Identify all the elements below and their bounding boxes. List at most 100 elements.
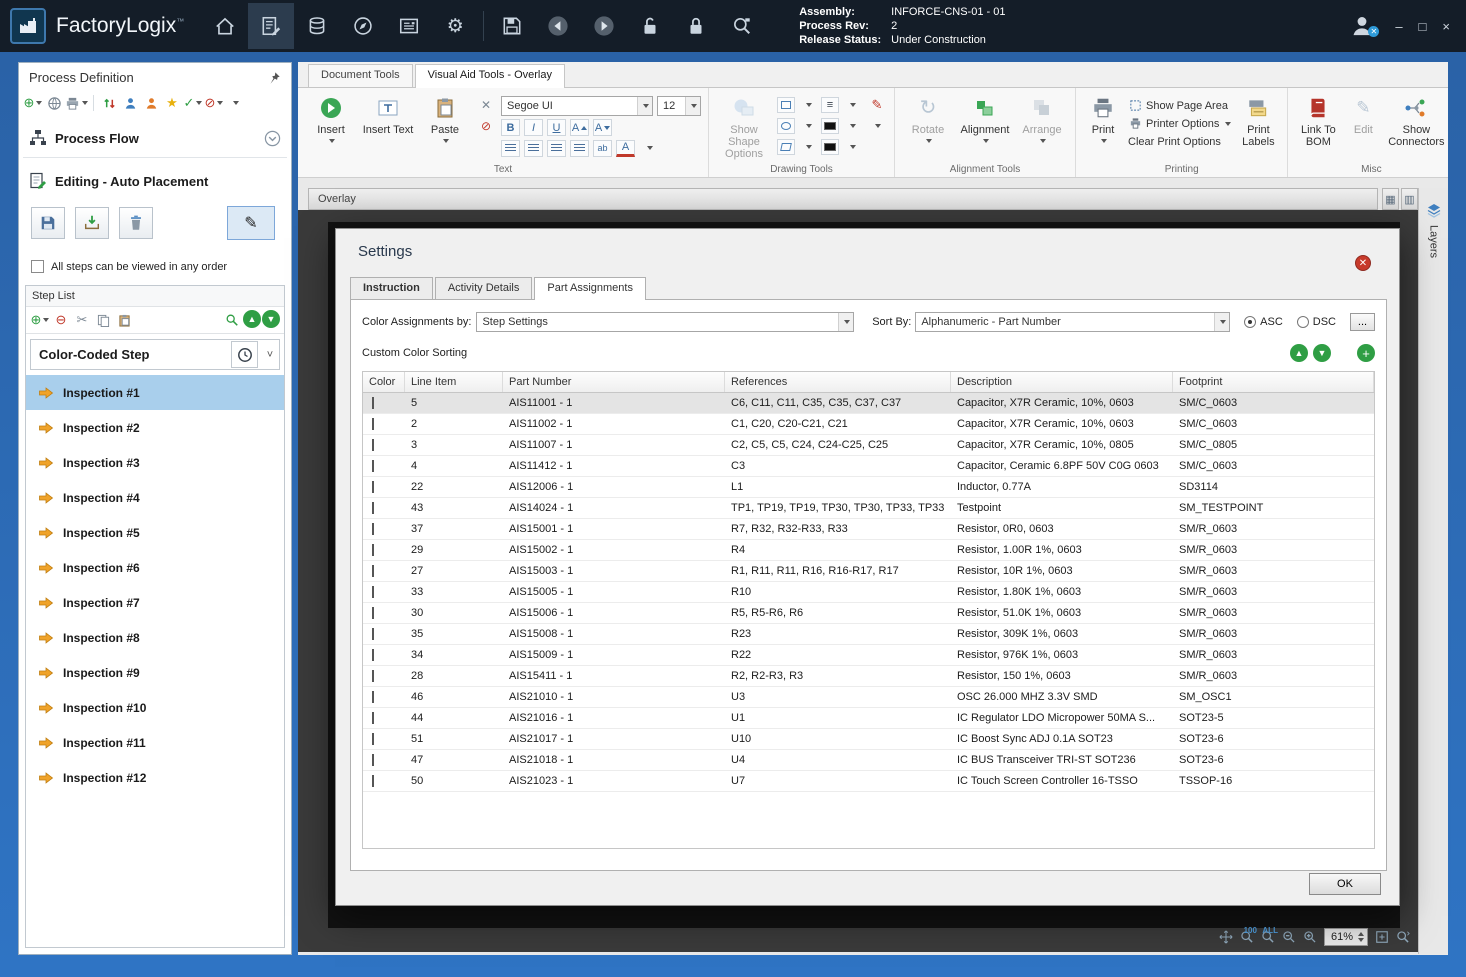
- audit-search-button[interactable]: [719, 3, 765, 49]
- delete-step-button[interactable]: [119, 207, 153, 239]
- parts-table-row[interactable]: 51 AIS21017 - 1 U10 IC Boost Sync ADJ 0.…: [363, 729, 1374, 750]
- dialog-close-button[interactable]: ✕: [1355, 255, 1371, 271]
- home-button[interactable]: [202, 3, 248, 49]
- insert-text-button[interactable]: Insert Text: [362, 92, 414, 136]
- pan-tool-icon[interactable]: [1219, 930, 1233, 944]
- parts-table-row[interactable]: 44 AIS21016 - 1 U1 IC Regulator LDO Micr…: [363, 708, 1374, 729]
- step-item[interactable]: Inspection #5: [26, 515, 284, 550]
- any-order-checkbox[interactable]: [31, 260, 44, 273]
- ribbon-tab[interactable]: Visual Aid Tools - Overlay: [414, 64, 565, 88]
- zoom-100-button[interactable]: 100: [1240, 926, 1257, 944]
- navigation-button[interactable]: [340, 3, 386, 49]
- save-button[interactable]: [489, 3, 535, 49]
- align-justify-button[interactable]: [570, 139, 589, 157]
- parts-table-row[interactable]: 28 AIS15411 - 1 R2, R2-R3, R3 Resistor, …: [363, 666, 1374, 687]
- no-style-button[interactable]: ⊘: [476, 117, 496, 135]
- outline-color-button[interactable]: [821, 139, 839, 155]
- forward-button[interactable]: [581, 3, 627, 49]
- maximize-button[interactable]: □: [1419, 19, 1427, 34]
- sync-steps-button[interactable]: [99, 93, 119, 113]
- step-item[interactable]: Inspection #7: [26, 585, 284, 620]
- hyperlink-button[interactable]: [44, 93, 64, 113]
- draw-ellipse-button[interactable]: [777, 118, 795, 134]
- asc-radio[interactable]: [1244, 316, 1257, 328]
- reports-button[interactable]: [386, 3, 432, 49]
- zoom-in-button[interactable]: [1303, 930, 1317, 944]
- show-connectors-button[interactable]: Show Connectors: [1385, 92, 1447, 148]
- color-swatch[interactable]: [372, 775, 374, 787]
- clear-text-button[interactable]: ✕: [476, 96, 496, 114]
- parts-table-row[interactable]: 46 AIS21010 - 1 U3 OSC 26.000 MHZ 3.3V S…: [363, 687, 1374, 708]
- col-line-item[interactable]: Line Item: [405, 372, 503, 392]
- color-swatch[interactable]: [372, 754, 374, 766]
- line-style-dropdown[interactable]: [842, 96, 862, 114]
- color-swatch[interactable]: [372, 460, 374, 472]
- close-button[interactable]: ×: [1442, 19, 1450, 34]
- user-account-button[interactable]: ✕: [1349, 13, 1380, 39]
- col-references[interactable]: References: [725, 372, 951, 392]
- shrink-font-button[interactable]: A: [593, 119, 612, 136]
- step-type-dropdown[interactable]: ˅: [261, 349, 279, 361]
- paste-button[interactable]: Paste: [419, 92, 471, 143]
- color-swatch[interactable]: [372, 649, 374, 661]
- print-button[interactable]: [65, 93, 88, 113]
- dialog-tab[interactable]: Part Assignments: [534, 277, 646, 300]
- italic-button[interactable]: I: [524, 119, 543, 136]
- add-menu-button[interactable]: ⊕: [23, 93, 43, 113]
- print-labels-button[interactable]: Print Labels: [1236, 92, 1280, 148]
- favorite-button[interactable]: ★: [162, 93, 182, 113]
- draw-rectangle-button[interactable]: [777, 97, 795, 113]
- zoom-selection-button[interactable]: [1396, 930, 1410, 944]
- step-item[interactable]: Inspection #2: [26, 410, 284, 445]
- sort-by-select[interactable]: Alphanumeric - Part Number: [915, 312, 1231, 332]
- lock-button[interactable]: [673, 3, 719, 49]
- dsc-radio[interactable]: [1296, 316, 1309, 328]
- copy-step-button[interactable]: [93, 310, 113, 330]
- parts-table-row[interactable]: 22 AIS12006 - 1 L1 Inductor, 0.77A SD311…: [363, 477, 1374, 498]
- materials-button[interactable]: [294, 3, 340, 49]
- color-swatch[interactable]: [372, 544, 374, 556]
- parts-table-row[interactable]: 4 AIS11412 - 1 C3 Capacitor, Ceramic 6.8…: [363, 456, 1374, 477]
- insert-button[interactable]: Insert: [305, 92, 357, 143]
- save-step-button[interactable]: [31, 207, 65, 239]
- print-button-ribbon[interactable]: Print: [1083, 92, 1123, 143]
- ok-button[interactable]: OK: [1309, 873, 1381, 895]
- show-shape-options-button[interactable]: Show Shape Options: [716, 92, 772, 160]
- draw-polygon-button[interactable]: [777, 139, 795, 155]
- color-swatch[interactable]: [372, 733, 374, 745]
- layers-tab[interactable]: Layers: [1419, 202, 1448, 258]
- process-editor-button[interactable]: [248, 3, 295, 49]
- step-item[interactable]: Inspection #6: [26, 550, 284, 585]
- remove-step-button[interactable]: ⊖: [51, 310, 71, 330]
- underline-button[interactable]: U: [547, 119, 566, 136]
- color-swatch[interactable]: [372, 439, 374, 451]
- import-step-button[interactable]: [75, 207, 109, 239]
- fit-page-button[interactable]: [1375, 930, 1389, 944]
- parts-table-row[interactable]: 35 AIS15008 - 1 R23 Resistor, 309K 1%, 0…: [363, 624, 1374, 645]
- step-item[interactable]: Inspection #8: [26, 620, 284, 655]
- step-item[interactable]: Inspection #3: [26, 445, 284, 480]
- align-left-button[interactable]: [501, 139, 520, 157]
- highlight-button[interactable]: ab: [593, 139, 612, 157]
- back-button[interactable]: [535, 3, 581, 49]
- printer-options-button[interactable]: Printer Options: [1128, 116, 1232, 131]
- operator-icon-button[interactable]: [120, 93, 140, 113]
- font-family-select[interactable]: Segoe UI: [501, 96, 653, 116]
- grow-font-button[interactable]: A: [570, 119, 589, 136]
- pen-tool-button[interactable]: ✎: [867, 96, 887, 114]
- step-item[interactable]: Inspection #12: [26, 760, 284, 795]
- link-to-bom-button[interactable]: Link To BOM: [1295, 92, 1341, 148]
- fill-color-dropdown[interactable]: [842, 117, 862, 135]
- polygon-style-dropdown[interactable]: [798, 138, 818, 156]
- color-swatch[interactable]: [372, 418, 374, 430]
- paste-step-button[interactable]: [114, 310, 134, 330]
- line-style-button[interactable]: ≡: [821, 97, 839, 113]
- step-item[interactable]: Inspection #9: [26, 655, 284, 690]
- step-item[interactable]: Inspection #11: [26, 725, 284, 760]
- arrange-button[interactable]: Arrange: [1016, 92, 1068, 143]
- color-swatch[interactable]: [372, 712, 374, 724]
- color-swatch[interactable]: [372, 607, 374, 619]
- color-swatch[interactable]: [372, 670, 374, 682]
- reject-button[interactable]: ⊘: [204, 93, 224, 113]
- color-swatch[interactable]: [372, 691, 374, 703]
